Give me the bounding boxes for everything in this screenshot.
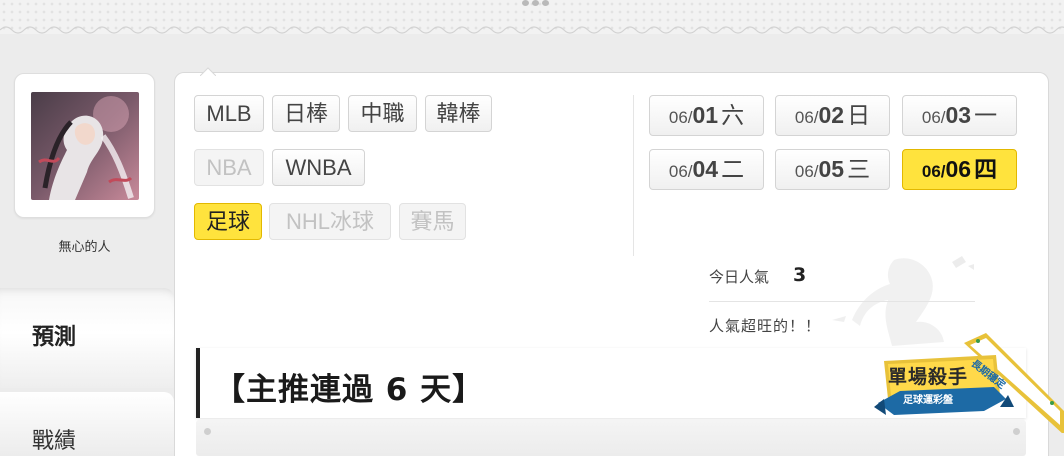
nav-tab-record[interactable]: 戰績	[0, 392, 174, 456]
panel-pointer	[200, 67, 216, 76]
pin-icon	[204, 428, 211, 435]
date-month: 06/	[921, 108, 946, 127]
top-decorative-strip	[0, 0, 1064, 34]
avatar[interactable]	[31, 92, 139, 200]
date-button-0604[interactable]: 06/04 二	[649, 149, 764, 190]
date-month: 06/	[794, 108, 819, 127]
date-button-0601[interactable]: 06/01 六	[649, 95, 764, 136]
league-tab-wnba[interactable]: WNBA	[272, 149, 365, 186]
date-button-0602[interactable]: 06/02 日	[775, 95, 890, 136]
date-button-0603[interactable]: 06/03 一	[902, 95, 1017, 136]
avatar-card[interactable]	[14, 73, 155, 218]
date-day: 06	[945, 156, 972, 182]
league-tab-soccer[interactable]: 足球	[194, 203, 262, 240]
league-tab-nhl[interactable]: NHL冰球	[269, 203, 391, 240]
popularity-value: 3	[793, 264, 807, 286]
nav-tab-predict[interactable]: 預測	[0, 288, 174, 388]
date-button-0606[interactable]: 06/06 四	[902, 149, 1017, 190]
date-day: 04	[692, 156, 719, 182]
wave-border	[0, 26, 1064, 34]
date-weekday: 日	[847, 102, 871, 128]
date-month: 06/	[921, 162, 946, 181]
league-tab-horse-racing[interactable]: 賽馬	[399, 203, 466, 240]
top-dots-ornament	[522, 0, 558, 6]
post-headline: 【主推連過 6 天】	[214, 372, 485, 408]
date-weekday: 六	[721, 102, 745, 128]
date-month: 06/	[794, 162, 819, 181]
popularity-note: 人氣超旺的！！	[709, 317, 822, 335]
date-day: 01	[692, 102, 719, 128]
badge-subtitle: 足球運彩盤	[903, 395, 953, 406]
popularity-divider	[709, 301, 975, 302]
date-weekday: 一	[974, 102, 998, 128]
username[interactable]: 無心的人	[14, 236, 155, 255]
popularity-label: 今日人氣	[709, 268, 770, 286]
date-month: 06/	[668, 108, 693, 127]
date-button-0605[interactable]: 06/05 三	[775, 149, 890, 190]
panel-divider	[633, 95, 634, 256]
date-day: 03	[945, 102, 972, 128]
date-month: 06/	[668, 162, 693, 181]
league-tab-kbo[interactable]: 韓棒	[425, 95, 492, 132]
date-weekday: 二	[721, 156, 745, 182]
league-tab-mlb[interactable]: MLB	[194, 95, 264, 132]
league-tab-nba[interactable]: NBA	[194, 149, 264, 186]
league-tab-cpbl[interactable]: 中職	[348, 95, 417, 132]
badge-title: 單場殺手	[888, 366, 969, 388]
date-day: 05	[818, 156, 845, 182]
date-day: 02	[818, 102, 845, 128]
league-tab-npb[interactable]: 日棒	[272, 95, 340, 132]
date-weekday: 四	[974, 156, 998, 182]
date-weekday: 三	[847, 156, 871, 182]
